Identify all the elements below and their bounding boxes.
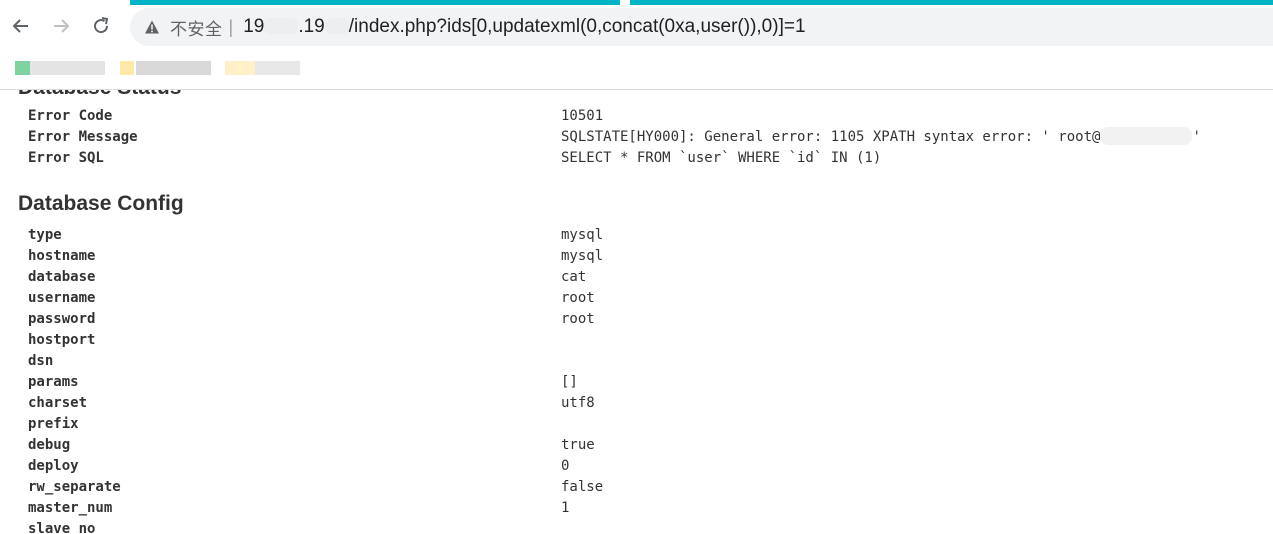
- row-key: prefix: [28, 416, 79, 432]
- row-key: master_num: [28, 500, 113, 516]
- bookmark-item[interactable]: [136, 61, 211, 75]
- arrow-right-icon: [54, 19, 70, 33]
- browser-toolbar: 不安全 | 19.19/index.php?ids[0,updatexml(0,…: [0, 5, 1273, 49]
- row-value: root: [561, 290, 595, 306]
- config-row: slave_no: [0, 519, 1273, 534]
- row-value: []: [561, 374, 578, 390]
- row-key: params: [28, 374, 79, 390]
- config-row: password root: [0, 309, 1273, 330]
- arrow-left-icon: [12, 19, 28, 33]
- back-button[interactable]: [6, 11, 36, 41]
- row-value: 0: [561, 458, 570, 474]
- row-value: mysql: [561, 227, 604, 243]
- row-key: hostname: [28, 248, 96, 264]
- row-key: slave_no: [28, 521, 96, 534]
- bookmark-item[interactable]: [255, 61, 300, 75]
- row-key: dsn: [28, 353, 54, 369]
- redacted-block: [264, 18, 299, 34]
- config-row: prefix: [0, 414, 1273, 435]
- bookmark-item[interactable]: [30, 61, 105, 75]
- config-row: hostname mysql: [0, 246, 1273, 267]
- config-row: debug true: [0, 435, 1273, 456]
- database-config-title: Database Config: [18, 192, 184, 215]
- warning-icon: [144, 19, 160, 35]
- database-status-title: Database Status: [18, 90, 181, 100]
- redacted-block: [324, 18, 349, 34]
- row-key: Error SQL: [28, 150, 104, 166]
- config-row: username root: [0, 288, 1273, 309]
- row-value: false: [561, 479, 604, 495]
- row-key: debug: [28, 437, 71, 453]
- bookmarks-bar: [0, 56, 1273, 82]
- config-row: charset utf8: [0, 393, 1273, 414]
- security-status-label[interactable]: 不安全: [170, 15, 223, 40]
- config-row: rw_separate false: [0, 477, 1273, 498]
- config-row: dsn: [0, 351, 1273, 372]
- row-key: charset: [28, 395, 88, 411]
- row-key: Error Code: [28, 108, 113, 124]
- row-key: database: [28, 269, 96, 285]
- reload-icon: [94, 17, 109, 34]
- bookmark-item[interactable]: [15, 61, 30, 75]
- config-row: database cat: [0, 267, 1273, 288]
- status-row: Error Message SQLSTATE[HY000]: General e…: [0, 127, 1273, 148]
- row-key: hostport: [28, 332, 96, 348]
- row-value: 10501: [561, 108, 604, 124]
- reload-button[interactable]: [86, 11, 116, 41]
- status-row: Error Code 10501: [0, 106, 1273, 127]
- row-key: rw_separate: [28, 479, 121, 495]
- row-value: root: [561, 311, 595, 327]
- forward-button[interactable]: [46, 11, 76, 41]
- row-value: cat: [561, 269, 587, 285]
- row-value: SELECT * FROM `user` WHERE `id` IN (1): [561, 150, 882, 166]
- bookmark-item[interactable]: [225, 61, 255, 75]
- config-row: hostport: [0, 330, 1273, 351]
- redacted-block: [1100, 127, 1193, 145]
- address-bar[interactable]: 不安全 | 19.19/index.php?ids[0,updatexml(0,…: [130, 8, 1273, 46]
- row-value: true: [561, 437, 595, 453]
- config-row: type mysql: [0, 225, 1273, 246]
- url-text[interactable]: 19.19/index.php?ids[0,updatexml(0,concat…: [243, 16, 805, 38]
- row-value: utf8: [561, 395, 595, 411]
- row-key: deploy: [28, 458, 79, 474]
- address-separator: |: [228, 16, 234, 37]
- config-row: deploy 0: [0, 456, 1273, 477]
- row-value: SQLSTATE[HY000]: General error: 1105 XPA…: [561, 127, 1201, 145]
- config-row: params []: [0, 372, 1273, 393]
- status-row: Error SQL SELECT * FROM `user` WHERE `id…: [0, 148, 1273, 169]
- row-key: type: [28, 227, 62, 243]
- config-row: master_num 1: [0, 498, 1273, 519]
- bookmark-item[interactable]: [120, 61, 134, 75]
- row-key: Error Message: [28, 129, 138, 145]
- row-value: 1: [561, 500, 570, 516]
- row-value: mysql: [561, 248, 604, 264]
- row-key: password: [28, 311, 96, 327]
- page-content: Database Status Error Code 10501 Error M…: [0, 90, 1273, 534]
- row-key: username: [28, 290, 96, 306]
